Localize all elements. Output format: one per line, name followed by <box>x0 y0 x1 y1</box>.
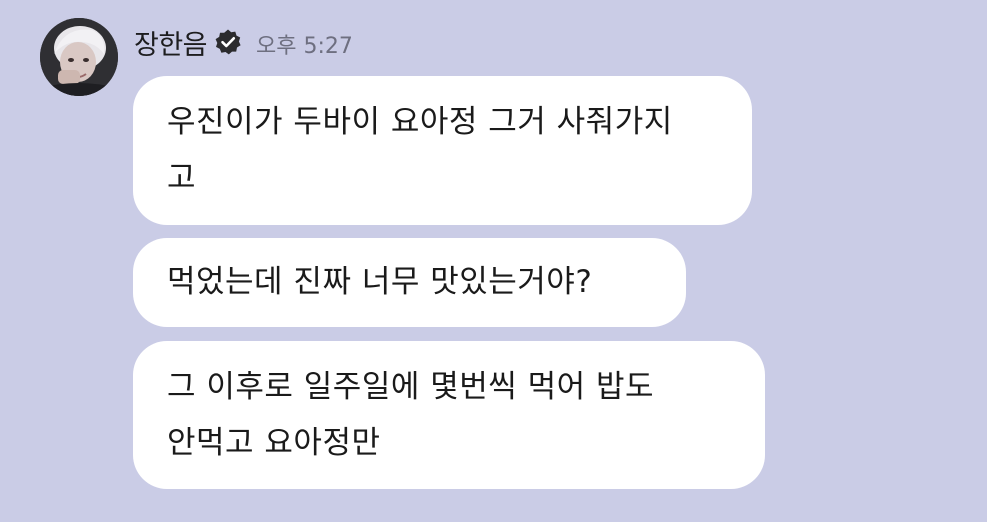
message-header: 장한음 오후 5:27 <box>134 22 353 62</box>
message-line: 그 이후로 일주일에 몇번씩 먹어 밥도 <box>167 369 655 405</box>
profile-photo-icon <box>40 18 118 96</box>
sender-name[interactable]: 장한음 <box>134 23 208 62</box>
message-line: 고 <box>167 160 197 196</box>
message-bubble[interactable]: 먹었는데 진짜 너무 맛있는거야? <box>133 238 686 327</box>
message-bubble[interactable]: 우진이가 두바이 요아정 그거 사줘가지 고 <box>133 76 752 225</box>
message-line: 먹었는데 진짜 너무 맛있는거야? <box>167 264 593 300</box>
message-bubble[interactable]: 그 이후로 일주일에 몇번씩 먹어 밥도 안먹고 요아정만 <box>133 341 765 489</box>
chat-view: 장한음 오후 5:27 우진이가 두바이 요아정 그거 사줘가지 고 먹었는데 … <box>0 0 987 522</box>
sender-avatar[interactable] <box>40 18 118 96</box>
verified-check-icon <box>214 28 242 56</box>
message-timestamp: 오후 5:27 <box>256 33 353 59</box>
message-line: 우진이가 두바이 요아정 그거 사줘가지 <box>167 104 673 140</box>
message-line: 안먹고 요아정만 <box>167 425 381 461</box>
